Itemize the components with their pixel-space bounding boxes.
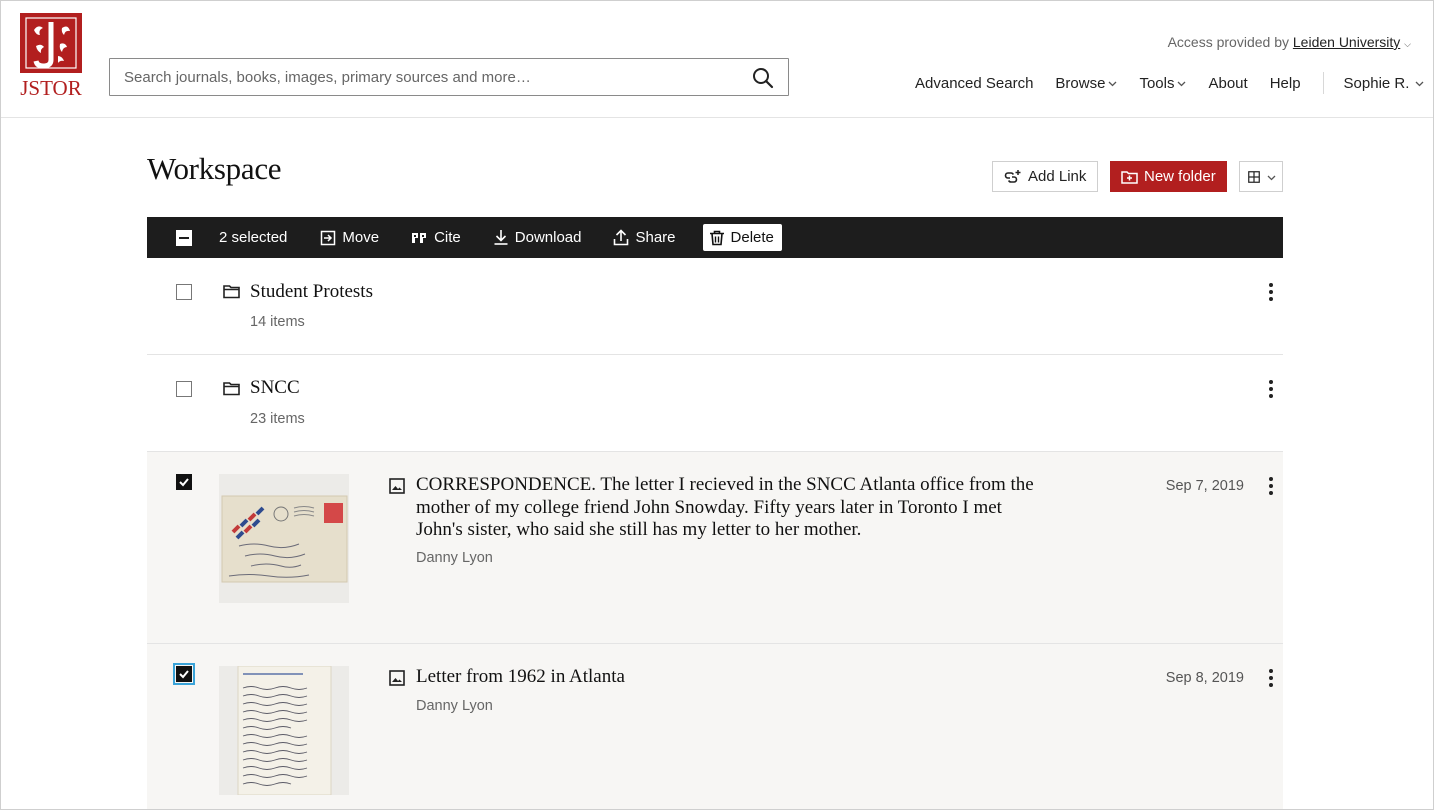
cite-label: Cite: [434, 229, 461, 246]
more-options-icon[interactable]: [1268, 669, 1274, 687]
jstor-logo-mark: [20, 13, 82, 73]
chevron-down-icon: [1108, 79, 1117, 89]
folder-item-count: 14 items: [250, 314, 305, 330]
checkmark-icon: [179, 478, 189, 487]
jstor-logo[interactable]: JSTOR: [19, 13, 83, 100]
link-icon: [1004, 169, 1021, 183]
site-header: JSTOR Access provided by Leiden Universi…: [1, 1, 1433, 118]
folder-icon: [223, 382, 240, 396]
search-bar: [109, 58, 789, 96]
folder-name[interactable]: Student Protests: [250, 281, 373, 304]
item-author: Danny Lyon: [416, 698, 493, 714]
new-folder-button[interactable]: New folder: [1110, 161, 1227, 192]
image-icon: [389, 478, 405, 494]
delete-label: Delete: [730, 229, 774, 246]
download-label: Download: [514, 229, 582, 246]
more-options-icon[interactable]: [1268, 380, 1274, 398]
nav-browse[interactable]: Browse: [1055, 75, 1117, 92]
delete-button[interactable]: Delete: [702, 224, 782, 251]
folder-plus-icon: [1121, 170, 1138, 184]
add-link-button[interactable]: Add Link: [992, 161, 1099, 192]
item-author: Danny Lyon: [416, 550, 493, 566]
share-icon: [614, 229, 629, 246]
main-nav: Advanced Search Browse Tools About Help …: [915, 72, 1433, 94]
nav-help[interactable]: Help: [1270, 75, 1301, 92]
nav-advanced-search[interactable]: Advanced Search: [915, 75, 1033, 92]
search-input[interactable]: [110, 59, 730, 95]
user-menu[interactable]: Sophie R.: [1344, 75, 1425, 92]
item-thumbnail-letter[interactable]: [219, 665, 349, 796]
institution-link[interactable]: Leiden University: [1293, 34, 1400, 50]
access-prefix: Access provided by: [1167, 34, 1289, 50]
logo-wordmark: JSTOR: [20, 76, 82, 100]
move-label: Move: [342, 229, 380, 246]
add-link-label: Add Link: [1028, 168, 1087, 185]
move-button[interactable]: Move: [320, 229, 379, 246]
app-frame: JSTOR Access provided by Leiden Universi…: [0, 0, 1434, 810]
access-provider: Access provided by Leiden University ⌵: [1168, 34, 1411, 50]
more-options-icon[interactable]: [1268, 283, 1274, 301]
chevron-down-icon: [1267, 168, 1282, 185]
more-options-icon[interactable]: [1268, 477, 1274, 495]
nav-help-label: Help: [1269, 74, 1301, 92]
chevron-down-icon: [1415, 79, 1424, 89]
nav-browse-label: Browse: [1055, 74, 1106, 92]
share-label: Share: [635, 229, 676, 246]
checkmark-icon: [179, 670, 189, 679]
item-title[interactable]: Letter from 1962 in Atlanta: [416, 666, 625, 689]
item-title[interactable]: CORRESPONDENCE. The letter I recieved in…: [416, 474, 1036, 542]
item-date: Sep 7, 2019: [1165, 478, 1244, 494]
quote-icon: [412, 232, 427, 243]
item-row[interactable]: CORRESPONDENCE. The letter I recieved in…: [147, 452, 1283, 644]
download-button[interactable]: Download: [493, 229, 582, 246]
selected-count: 2 selected: [219, 229, 288, 246]
grid-view-icon: [1248, 170, 1260, 183]
row-checkbox[interactable]: [176, 284, 192, 300]
download-icon: [494, 230, 508, 245]
row-checkbox[interactable]: [176, 381, 192, 397]
item-thumbnail-envelope[interactable]: [219, 474, 349, 603]
row-checkbox-checked[interactable]: [173, 663, 195, 685]
nav-advanced-search-label: Advanced Search: [915, 74, 1034, 92]
image-icon: [389, 670, 405, 686]
nav-divider: [1322, 72, 1324, 94]
folder-icon: [223, 285, 240, 299]
folder-name[interactable]: SNCC: [250, 377, 300, 400]
selection-toolbar: 2 selected Move Cite Download Share Dele…: [147, 217, 1283, 258]
nav-tools-label: Tools: [1139, 74, 1175, 92]
page-title: Workspace: [147, 151, 282, 186]
search-icon[interactable]: [752, 67, 774, 89]
nav-about-label: About: [1208, 74, 1248, 92]
share-button[interactable]: Share: [613, 229, 676, 246]
row-checkbox-checked[interactable]: [176, 474, 192, 490]
item-row[interactable]: Letter from 1962 in Atlanta Danny Lyon S…: [147, 644, 1283, 809]
new-folder-label: New folder: [1144, 168, 1216, 185]
nav-about[interactable]: About: [1208, 75, 1247, 92]
chevron-down-icon[interactable]: ⌵: [1404, 39, 1411, 49]
trash-icon: [709, 230, 724, 245]
cite-button[interactable]: Cite: [411, 229, 461, 246]
user-name: Sophie R.: [1343, 74, 1410, 92]
folder-item-count: 23 items: [250, 411, 305, 427]
item-date: Sep 8, 2019: [1165, 670, 1244, 686]
folder-row[interactable]: SNCC 23 items: [147, 355, 1283, 452]
move-icon: [321, 230, 336, 245]
chevron-down-icon: [1177, 79, 1186, 89]
folder-row[interactable]: Student Protests 14 items: [147, 258, 1283, 355]
select-all-checkbox[interactable]: [176, 229, 192, 246]
view-toggle-button[interactable]: [1239, 161, 1283, 192]
nav-tools[interactable]: Tools: [1139, 75, 1186, 92]
